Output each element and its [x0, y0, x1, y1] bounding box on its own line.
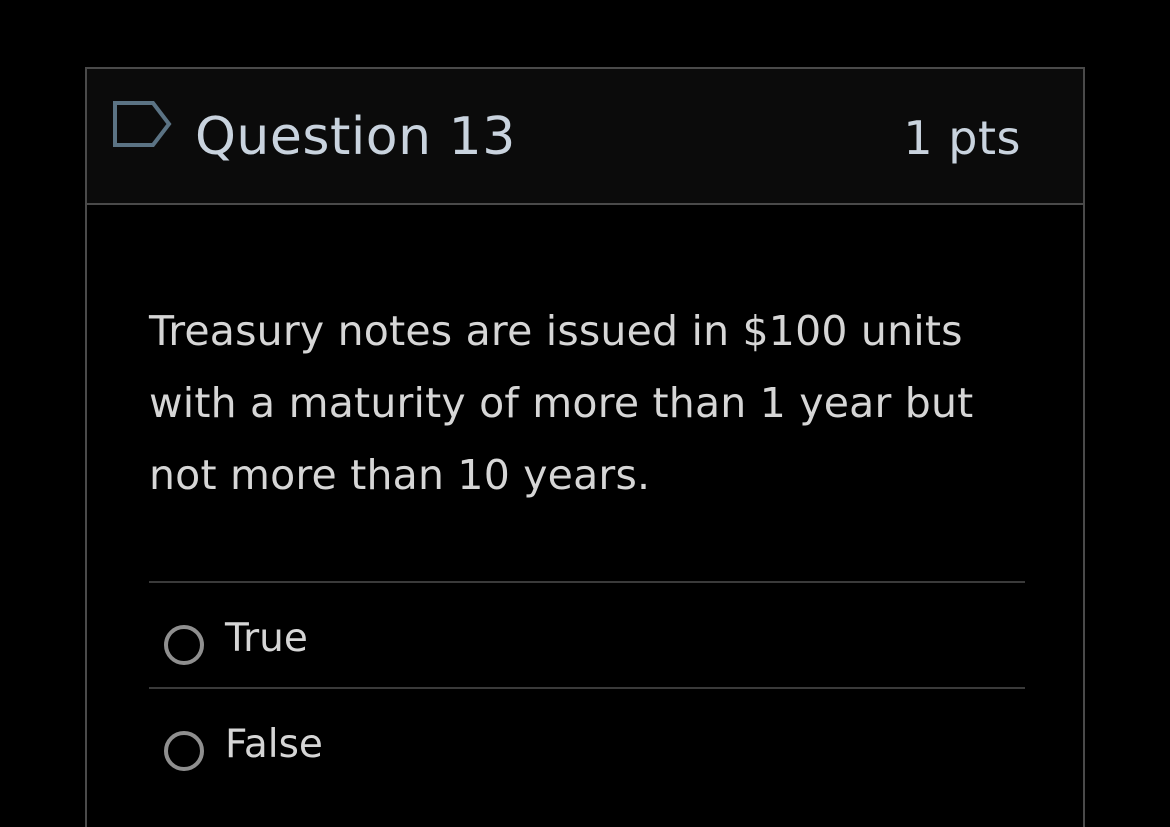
- question-header: Question 13 1 pts: [87, 69, 1083, 205]
- question-card: Question 13 1 pts Treasury notes are iss…: [85, 67, 1085, 827]
- answer-option-false[interactable]: False: [149, 689, 1025, 795]
- question-points: 1 pts: [903, 111, 1021, 165]
- question-text: Treasury notes are issued in $100 units …: [149, 307, 974, 499]
- question-title: Question 13: [195, 107, 516, 167]
- answer-label-false[interactable]: False: [225, 721, 323, 769]
- flag-icon[interactable]: [111, 99, 173, 149]
- answer-list: True False: [149, 581, 1025, 795]
- radio-button-true[interactable]: [164, 625, 204, 665]
- answer-label-true[interactable]: True: [225, 615, 308, 663]
- answer-option-true[interactable]: True: [149, 583, 1025, 689]
- radio-button-false[interactable]: [164, 731, 204, 771]
